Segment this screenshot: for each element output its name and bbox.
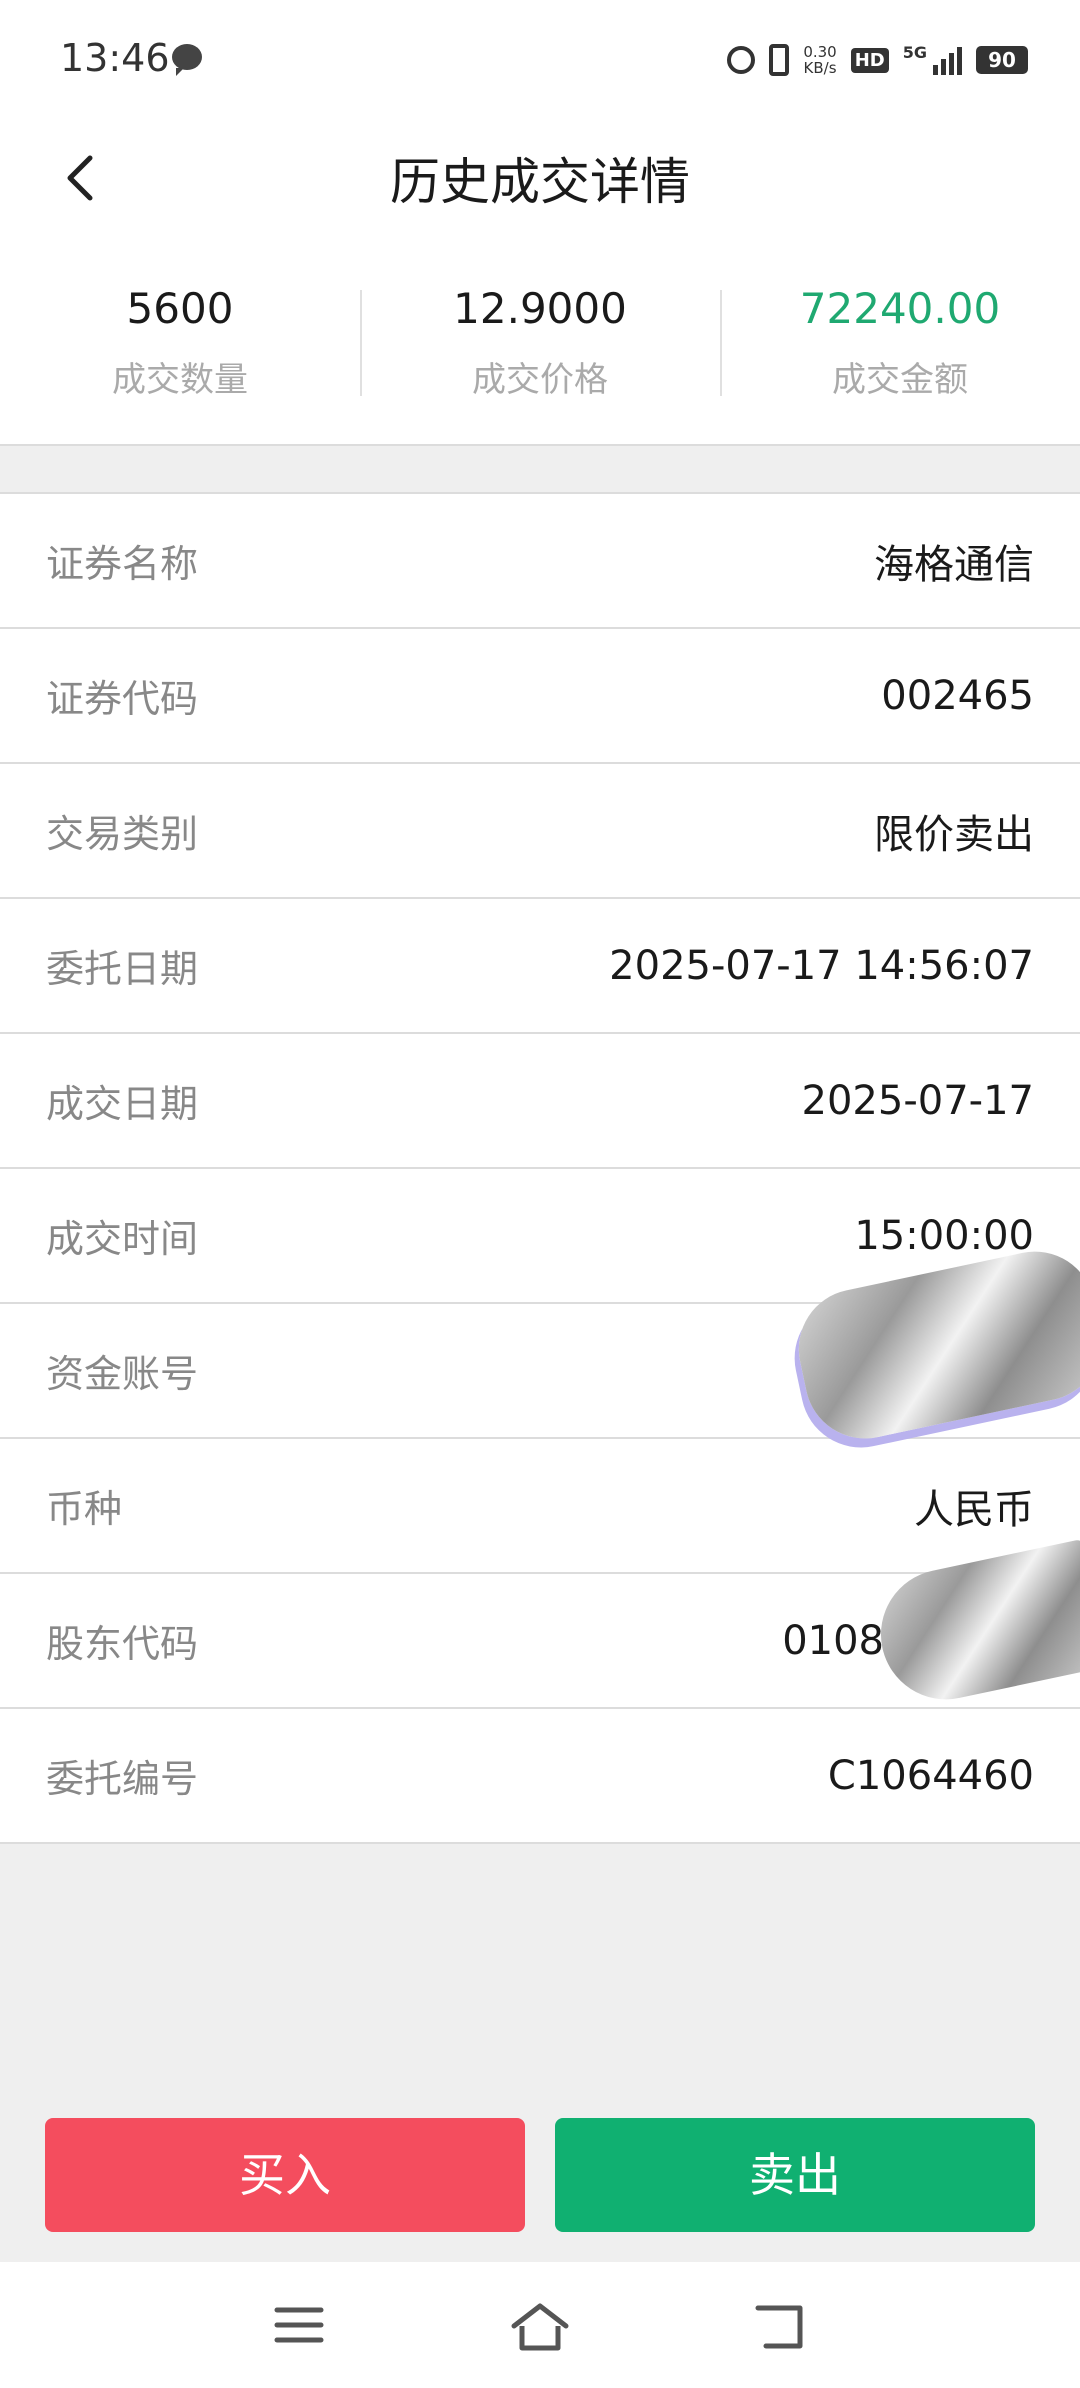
row-label: 资金账号	[46, 1352, 199, 1396]
row-value: 2025-07-17	[801, 1077, 1034, 1124]
row-value: 人民币	[914, 1486, 1034, 1533]
page-header: 历史成交详情	[0, 118, 1080, 238]
return-icon[interactable]	[754, 2302, 806, 2352]
action-bar: 买入 卖出	[0, 2110, 1080, 2240]
row-label: 股东代码	[46, 1622, 199, 1666]
detail-row-deal-date: 成交日期 2025-07-17	[0, 1034, 1080, 1169]
row-value: C1064460	[827, 1752, 1034, 1799]
summary-label: 成交价格	[472, 360, 608, 400]
signal-icon	[933, 45, 962, 75]
row-value: 15:00:00	[854, 1212, 1034, 1259]
row-label: 证券代码	[46, 677, 199, 721]
summary-value: 5600	[126, 284, 234, 333]
row-label: 证券名称	[46, 542, 199, 586]
detail-row-security-name: 证券名称 海格通信	[0, 494, 1080, 629]
network-speed: 0.30 KB/s	[803, 44, 836, 76]
detail-row-trade-type: 交易类别 限价卖出	[0, 764, 1080, 899]
status-icons: 0.30 KB/s HD 5G 90	[727, 40, 1028, 80]
hd-icon: HD	[850, 47, 889, 73]
vibrate-icon	[769, 44, 790, 76]
row-label: 成交时间	[46, 1217, 199, 1261]
detail-row-order-number: 委托编号 C1064460	[0, 1709, 1080, 1844]
row-label: 成交日期	[46, 1082, 199, 1126]
row-label: 交易类别	[46, 812, 199, 856]
alarm-icon	[727, 46, 756, 74]
status-time: 13:46	[60, 36, 170, 80]
detail-row-order-date: 委托日期 2025-07-17 14:56:07	[0, 899, 1080, 1034]
row-value: 002465	[881, 672, 1034, 719]
summary-label: 成交数量	[112, 360, 248, 400]
summary-quantity: 5600 成交数量	[0, 238, 360, 444]
system-nav-bar	[0, 2262, 1080, 2388]
trade-summary: 5600 成交数量 12.9000 成交价格 72240.00 成交金额	[0, 238, 1080, 446]
menu-icon[interactable]	[274, 2302, 324, 2348]
row-value: 海格通信	[874, 541, 1034, 588]
status-bar: 13:46 0.30 KB/s HD 5G 90	[0, 0, 1080, 118]
speed-value: 0.30	[803, 43, 837, 61]
row-label: 委托编号	[46, 1757, 199, 1801]
summary-value: 72240.00	[799, 284, 1001, 333]
network-type: 5G	[902, 42, 927, 62]
row-value: 0108	[782, 1617, 884, 1664]
row-label: 委托日期	[46, 947, 199, 991]
page-title: 历史成交详情	[390, 153, 690, 211]
row-value: 2025-07-17 14:56:07	[609, 942, 1034, 989]
detail-row-currency: 币种 人民币	[0, 1439, 1080, 1574]
buy-button[interactable]: 买入	[45, 2118, 525, 2232]
summary-value: 12.9000	[453, 284, 627, 333]
row-value: 限价卖出	[874, 811, 1034, 858]
summary-amount: 72240.00 成交金额	[720, 238, 1080, 444]
sell-button[interactable]: 卖出	[555, 2118, 1035, 2232]
speed-unit: KB/s	[803, 59, 837, 77]
battery-icon: 90	[976, 46, 1028, 74]
summary-label: 成交金额	[832, 360, 968, 400]
detail-row-security-code: 证券代码 002465	[0, 629, 1080, 764]
home-icon[interactable]	[510, 2302, 570, 2352]
row-label: 币种	[46, 1487, 123, 1531]
message-icon	[172, 44, 202, 76]
summary-price: 12.9000 成交价格	[360, 238, 720, 444]
